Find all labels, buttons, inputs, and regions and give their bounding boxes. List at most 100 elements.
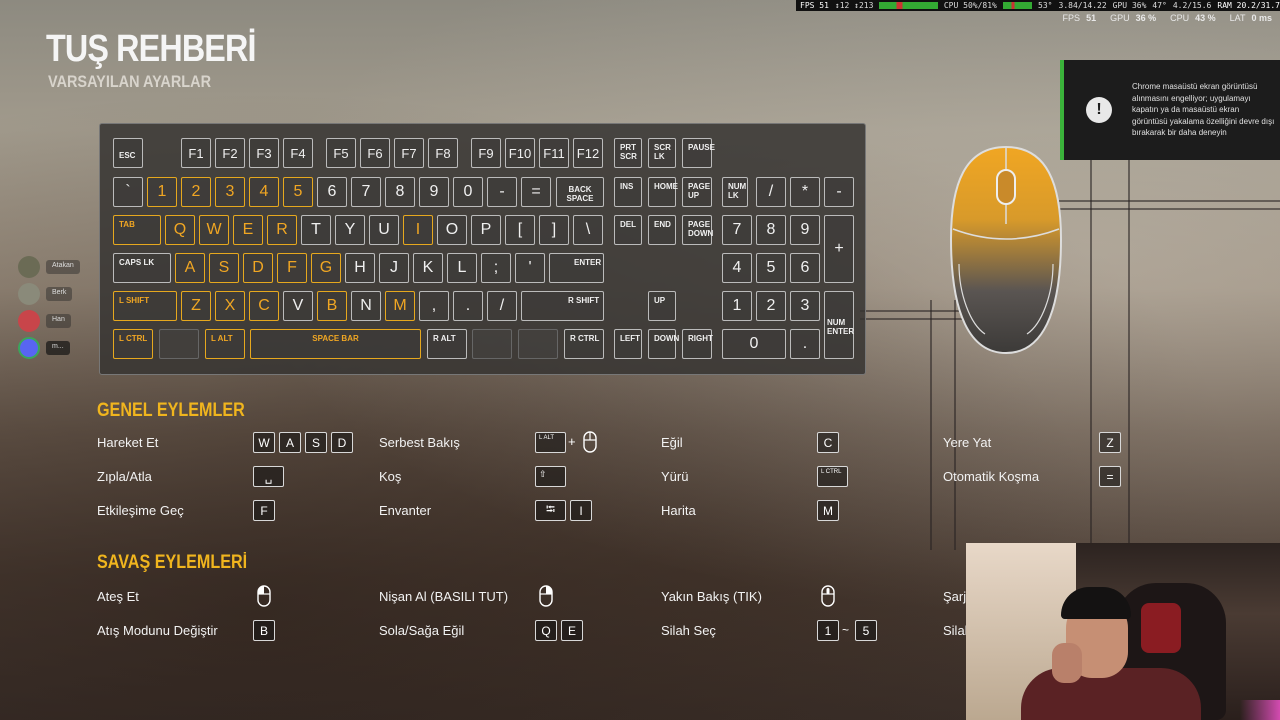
key-tab: TAB [113,215,161,245]
keycap-z: Z [1099,432,1121,453]
key-pause: PAUSE [682,138,715,168]
key-fn [472,329,512,359]
discord-username: Han [46,314,71,328]
avatar [18,256,40,278]
key-f10: F10 [505,138,535,168]
key-f2: F2 [215,138,245,168]
key-8: 8 [385,177,415,207]
mouse-left-click-icon [257,585,271,607]
key-f: F [277,253,307,283]
perf-frametime: ↕12 ↕213 [834,1,874,10]
stat-label: GPU [1110,13,1130,23]
key-scrlk: SCR LK [648,138,676,168]
discord-username: m... [46,341,70,355]
keycap-b: B [253,620,275,641]
keycap-d: D [331,432,353,453]
key-backspace: BACK SPACE [556,177,604,207]
action-closelook: Yakın Bakış (TIK) [661,589,762,604]
action-move: Hareket Et [97,435,159,450]
keycap-s: S [305,432,327,453]
keycap-c: C [817,432,839,453]
discord-voice-overlay: Atakan Berk Han m... [18,256,80,366]
key-backslash: \ [573,215,603,245]
key-left: LEFT [614,329,642,359]
key-pgup: PAGE UP [682,177,712,207]
key-k: K [413,253,443,283]
key-9: 9 [419,177,449,207]
key-equals: = [521,177,551,207]
key-numpad-1: 1 [722,291,752,321]
perf-ram: RAM 20.2/31.7 [1217,1,1280,10]
key-4: 4 [249,177,279,207]
range-tilde: ~ [842,623,850,637]
key-f8: F8 [428,138,458,168]
keycap-equals: = [1099,466,1121,487]
key-w: W [199,215,229,245]
key-b: B [317,291,347,321]
key-g: G [311,253,341,283]
action-crouch: Eğil [661,435,683,450]
discord-username: Berk [46,287,73,301]
key-numpad-6: 6 [790,253,820,283]
key-home: HOME [648,177,678,207]
key-menu [518,329,558,359]
key-rshift: R SHIFT [521,291,604,321]
stat-gpu: GPU 36 % [1110,13,1156,23]
key-o: O [437,215,467,245]
section-title-combat: SAVAŞ EYLEMLERİ [97,552,248,573]
key-pgdn: PAGE DOWN [682,215,713,245]
keycap-q: Q [535,620,557,641]
keycap-lctrl: L CTRL [817,466,848,487]
key-up: UP [648,291,676,321]
screenshot-blocked-notification[interactable]: ! Chrome masaüstü ekran görüntüsü alınma… [1060,60,1280,160]
key-u: U [369,215,399,245]
key-x: X [215,291,245,321]
key-spacebar: SPACE BAR [250,329,421,359]
key-q: Q [165,215,195,245]
action-map: Harita [661,503,696,518]
key-numpad-5: 5 [756,253,786,283]
keycap-tab: ⭾ [535,500,566,521]
stat-cpu: CPU 43 % [1170,13,1216,23]
stat-label: LAT [1229,13,1246,23]
action-freelook: Serbest Bakış [379,435,460,450]
key-lalt: L ALT [205,329,245,359]
keycap-shift: ⇧ [535,466,566,487]
key-rctrl: R CTRL [564,329,604,359]
performance-overlay-bar: FPS 51 ↕12 ↕213 CPU 50%/81% 53° 3.84/14.… [796,0,1280,11]
key-ralt: R ALT [427,329,467,359]
key-semicolon: ; [481,253,511,283]
mouse-right-click-icon [539,585,553,607]
perf-cpu-temp: 53° [1038,1,1053,10]
key-backtick: ` [113,177,143,207]
action-aim: Nişan Al (BASILI TUT) [379,589,509,604]
key-e: E [233,215,263,245]
stat-label: FPS [1062,13,1081,23]
key-down: DOWN [648,329,679,359]
key-d: D [243,253,273,283]
keycap-5: 5 [855,620,877,641]
key-v: V [283,291,313,321]
key-y: Y [335,215,365,245]
key-enter: ENTER [549,253,604,283]
action-run: Koş [379,469,402,484]
key-h: H [345,253,375,283]
key-numpad-3: 3 [790,291,820,321]
action-lean: Sola/Sağa Eğil [379,623,465,638]
key-t: T [301,215,331,245]
key-capslock: CAPS LK [113,253,171,283]
key-c: C [249,291,279,321]
keyboard-diagram: ESC F1 F2 F3 F4 F5 F6 F7 F8 F9 F10 F11 F… [99,123,866,375]
key-period: . [453,291,483,321]
streamer-hand [1052,643,1082,683]
warning-icon: ! [1086,97,1112,123]
key-0: 0 [453,177,483,207]
action-inventory: Envanter [379,503,432,518]
webcam-feed [966,543,1280,720]
key-del: DEL [614,215,642,245]
key-numpad-4: 4 [722,253,752,283]
key-l: L [447,253,477,283]
stat-value: 36 % [1135,13,1157,23]
discord-logo-icon [18,310,40,332]
key-j: J [379,253,409,283]
